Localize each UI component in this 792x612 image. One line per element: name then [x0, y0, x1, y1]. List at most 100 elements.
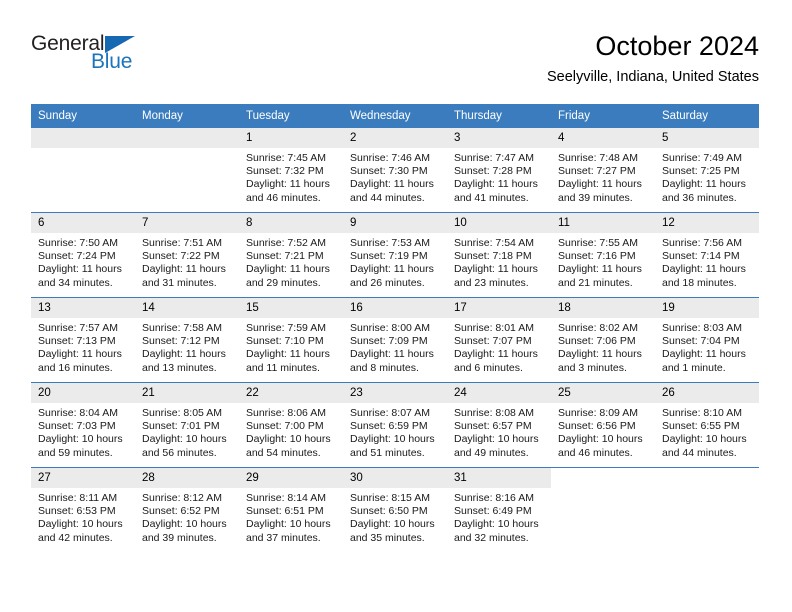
- day-number: 29: [239, 468, 343, 488]
- day-number: 3: [447, 128, 551, 148]
- weekday-header-row: Sunday Monday Tuesday Wednesday Thursday…: [31, 104, 759, 128]
- sunrise-text: Sunrise: 7:56 AM: [662, 237, 742, 249]
- sunset-text: Sunset: 7:06 PM: [558, 335, 636, 348]
- day-number: 31: [447, 468, 551, 488]
- sunset-text: Sunset: 6:50 PM: [350, 505, 428, 518]
- daylight-text: Daylight: 11 hours and 16 minutes.: [38, 348, 122, 374]
- day-number: 7: [135, 213, 239, 233]
- day-number: 11: [551, 213, 655, 233]
- day-details: Sunrise: 7:59 AM Sunset: 7:10 PM Daylight:…: [239, 318, 343, 375]
- daylight-text: Daylight: 11 hours and 36 minutes.: [662, 178, 746, 204]
- day-number: 12: [655, 213, 759, 233]
- calendar-day-cell[interactable]: 2 Sunrise: 7:46 AM Sunset: 7:30 PM Daylight…: [343, 128, 447, 213]
- calendar-day-cell[interactable]: 10 Sunrise: 7:54 AM Sunset: 7:18 PM Dayligh…: [447, 212, 551, 298]
- calendar-day-cell[interactable]: 30 Sunrise: 8:15 AM Sunset: 6:50 PM Dayligh…: [343, 467, 447, 552]
- calendar-day-cell[interactable]: 5 Sunrise: 7:49 AM Sunset: 7:25 PM Daylight…: [655, 128, 759, 213]
- day-number: 22: [239, 383, 343, 403]
- sunset-text: Sunset: 7:18 PM: [454, 250, 532, 263]
- day-details: Sunrise: 8:11 AM Sunset: 6:53 PM Daylight:…: [31, 488, 135, 545]
- day-details: Sunrise: 8:07 AM Sunset: 6:59 PM Daylight:…: [343, 403, 447, 460]
- calendar-day-cell[interactable]: 28 Sunrise: 8:12 AM Sunset: 6:52 PM Dayligh…: [135, 467, 239, 552]
- sunset-text: Sunset: 6:57 PM: [454, 420, 532, 433]
- sunrise-text: Sunrise: 7:53 AM: [350, 237, 430, 249]
- daylight-text: Daylight: 10 hours and 37 minutes.: [246, 518, 331, 544]
- calendar-day-cell[interactable]: 3 Sunrise: 7:47 AM Sunset: 7:28 PM Daylight…: [447, 128, 551, 213]
- day-number: 6: [31, 213, 135, 233]
- calendar-day-cell[interactable]: 21 Sunrise: 8:05 AM Sunset: 7:01 PM Dayligh…: [135, 382, 239, 468]
- sunset-text: Sunset: 7:12 PM: [142, 335, 220, 348]
- day-number: 16: [343, 298, 447, 318]
- sunset-text: Sunset: 7:30 PM: [350, 165, 428, 178]
- day-number: 10: [447, 213, 551, 233]
- weekday-header-tuesday: Tuesday: [239, 104, 343, 128]
- general-blue-logo[interactable]: General Blue: [31, 32, 211, 82]
- day-number: [135, 128, 239, 148]
- day-number: 23: [343, 383, 447, 403]
- daylight-text: Daylight: 10 hours and 35 minutes.: [350, 518, 435, 544]
- calendar-week-row: 13 Sunrise: 7:57 AM Sunset: 7:13 PM Dayligh…: [31, 297, 759, 383]
- daylight-text: Daylight: 11 hours and 41 minutes.: [454, 178, 538, 204]
- day-details: Sunrise: 7:45 AM Sunset: 7:32 PM Daylight:…: [239, 148, 343, 205]
- sunrise-text: Sunrise: 8:01 AM: [454, 322, 534, 334]
- sunrise-text: Sunrise: 8:06 AM: [246, 407, 326, 419]
- calendar-day-cell[interactable]: 26 Sunrise: 8:10 AM Sunset: 6:55 PM Dayligh…: [655, 382, 759, 468]
- calendar-day-cell[interactable]: 22 Sunrise: 8:06 AM Sunset: 7:00 PM Dayligh…: [239, 382, 343, 468]
- sunset-text: Sunset: 7:03 PM: [38, 420, 116, 433]
- calendar-day-cell[interactable]: 9 Sunrise: 7:53 AM Sunset: 7:19 PM Daylight…: [343, 212, 447, 298]
- calendar-day-cell[interactable]: 27 Sunrise: 8:11 AM Sunset: 6:53 PM Dayligh…: [31, 467, 135, 552]
- day-details: Sunrise: 8:16 AM Sunset: 6:49 PM Daylight:…: [447, 488, 551, 545]
- weekday-header-saturday: Saturday: [655, 104, 759, 128]
- calendar-day-cell[interactable]: 7 Sunrise: 7:51 AM Sunset: 7:22 PM Daylight…: [135, 212, 239, 298]
- sunset-text: Sunset: 7:07 PM: [454, 335, 532, 348]
- day-details: Sunrise: 7:47 AM Sunset: 7:28 PM Daylight:…: [447, 148, 551, 205]
- daylight-text: Daylight: 10 hours and 59 minutes.: [38, 433, 123, 459]
- calendar-day-cell[interactable]: 25 Sunrise: 8:09 AM Sunset: 6:56 PM Dayligh…: [551, 382, 655, 468]
- day-number: [655, 468, 759, 488]
- calendar-day-cell[interactable]: 12 Sunrise: 7:56 AM Sunset: 7:14 PM Dayligh…: [655, 212, 759, 298]
- sunset-text: Sunset: 6:53 PM: [38, 505, 116, 518]
- sunrise-text: Sunrise: 8:14 AM: [246, 492, 326, 504]
- calendar-day-cell[interactable]: 6 Sunrise: 7:50 AM Sunset: 7:24 PM Daylight…: [31, 212, 135, 298]
- day-details: Sunrise: 7:56 AM Sunset: 7:14 PM Daylight:…: [655, 233, 759, 290]
- day-number: 15: [239, 298, 343, 318]
- calendar-day-cell[interactable]: 15 Sunrise: 7:59 AM Sunset: 7:10 PM Dayligh…: [239, 297, 343, 383]
- calendar-day-cell[interactable]: 24 Sunrise: 8:08 AM Sunset: 6:57 PM Dayligh…: [447, 382, 551, 468]
- page-title: October 2024: [595, 31, 759, 61]
- daylight-text: Daylight: 10 hours and 49 minutes.: [454, 433, 539, 459]
- sunset-text: Sunset: 6:49 PM: [454, 505, 532, 518]
- calendar-day-cell[interactable]: 31 Sunrise: 8:16 AM Sunset: 6:49 PM Dayligh…: [447, 467, 551, 552]
- calendar-day-cell[interactable]: 1 Sunrise: 7:45 AM Sunset: 7:32 PM Daylight…: [239, 128, 343, 213]
- calendar-day-cell[interactable]: 29 Sunrise: 8:14 AM Sunset: 6:51 PM Dayligh…: [239, 467, 343, 552]
- day-number: [551, 468, 655, 488]
- day-number: 28: [135, 468, 239, 488]
- calendar-week-row: 27 Sunrise: 8:11 AM Sunset: 6:53 PM Dayligh…: [31, 467, 759, 552]
- calendar-day-cell[interactable]: 17 Sunrise: 8:01 AM Sunset: 7:07 PM Dayligh…: [447, 297, 551, 383]
- sunrise-text: Sunrise: 7:46 AM: [350, 152, 430, 164]
- calendar-day-cell[interactable]: 18 Sunrise: 8:02 AM Sunset: 7:06 PM Dayligh…: [551, 297, 655, 383]
- weekday-header-wednesday: Wednesday: [343, 104, 447, 128]
- calendar-day-cell[interactable]: 16 Sunrise: 8:00 AM Sunset: 7:09 PM Dayligh…: [343, 297, 447, 383]
- calendar-day-cell[interactable]: 8 Sunrise: 7:52 AM Sunset: 7:21 PM Daylight…: [239, 212, 343, 298]
- calendar-day-cell[interactable]: 14 Sunrise: 7:58 AM Sunset: 7:12 PM Dayligh…: [135, 297, 239, 383]
- calendar-day-cell[interactable]: 20 Sunrise: 8:04 AM Sunset: 7:03 PM Dayligh…: [31, 382, 135, 468]
- calendar-day-cell[interactable]: 19 Sunrise: 8:03 AM Sunset: 7:04 PM Dayligh…: [655, 297, 759, 383]
- sunset-text: Sunset: 7:14 PM: [662, 250, 740, 263]
- daylight-text: Daylight: 10 hours and 44 minutes.: [662, 433, 747, 459]
- logo-text-blue: Blue: [91, 50, 133, 73]
- weekday-header-thursday: Thursday: [447, 104, 551, 128]
- calendar-day-cell[interactable]: 23 Sunrise: 8:07 AM Sunset: 6:59 PM Dayligh…: [343, 382, 447, 468]
- sunset-text: Sunset: 7:19 PM: [350, 250, 428, 263]
- day-details: Sunrise: 7:54 AM Sunset: 7:18 PM Daylight:…: [447, 233, 551, 290]
- day-number: 20: [31, 383, 135, 403]
- day-details: Sunrise: 8:00 AM Sunset: 7:09 PM Daylight:…: [343, 318, 447, 375]
- day-number: [31, 128, 135, 148]
- calendar-day-cell[interactable]: 4 Sunrise: 7:48 AM Sunset: 7:27 PM Daylight…: [551, 128, 655, 213]
- calendar-day-cell[interactable]: 13 Sunrise: 7:57 AM Sunset: 7:13 PM Dayligh…: [31, 297, 135, 383]
- daylight-text: Daylight: 11 hours and 3 minutes.: [558, 348, 642, 374]
- day-details: Sunrise: 8:14 AM Sunset: 6:51 PM Daylight:…: [239, 488, 343, 545]
- day-details: Sunrise: 8:02 AM Sunset: 7:06 PM Daylight:…: [551, 318, 655, 375]
- calendar-week-row: 1 Sunrise: 7:45 AM Sunset: 7:32 PM Daylight…: [31, 128, 759, 213]
- sunset-text: Sunset: 7:22 PM: [142, 250, 220, 263]
- daylight-text: Daylight: 11 hours and 18 minutes.: [662, 263, 746, 289]
- calendar-day-cell[interactable]: 11 Sunrise: 7:55 AM Sunset: 7:16 PM Dayligh…: [551, 212, 655, 298]
